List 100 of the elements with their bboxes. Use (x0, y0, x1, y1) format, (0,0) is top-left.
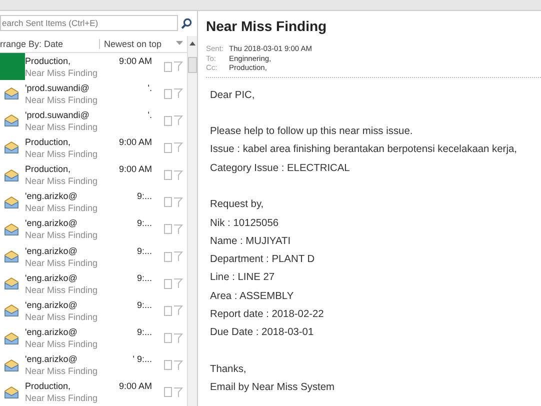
sender-name: Production, (25, 163, 71, 176)
scrollbar[interactable] (187, 36, 197, 406)
message-subject: Near Miss Finding (25, 392, 99, 404)
message-item[interactable]: Production, 9:00 AM Near Miss Finding (0, 134, 187, 162)
search-icon (181, 18, 192, 28)
flag-icon (173, 61, 183, 72)
message-subject: Near Miss Finding (25, 365, 99, 378)
body-text-line: Due Date : 2018-03-01 (210, 326, 315, 340)
category-icon (164, 387, 172, 398)
message-item[interactable]: 'eng.arizko@ 9:... Near Miss Finding (0, 216, 187, 244)
sender-name: 'eng.arizko@ (25, 244, 78, 257)
flag-icon (173, 115, 183, 126)
flag-icon (173, 170, 183, 181)
message-time: ' 9:... (132, 353, 153, 366)
message-time: 9:... (136, 298, 153, 311)
category-icon (164, 170, 172, 180)
message-item[interactable]: Production, 9:00 AM Near Miss Finding (0, 378, 187, 406)
message-item[interactable]: 'eng.arizko@ 9:... Near Miss Finding (0, 324, 187, 352)
body-text-line: Nik : 10125056 (210, 216, 280, 231)
body-text-line: Name : MUJIYATI (210, 234, 292, 249)
email-subject: Near Miss Finding (206, 18, 328, 34)
message-subject: Near Miss Finding (25, 120, 99, 133)
message-time: 9:... (136, 326, 153, 338)
scroll-thumb[interactable] (188, 57, 197, 73)
body-text-line: Thanks, (210, 362, 248, 377)
message-time: 9:... (136, 272, 153, 284)
message-item[interactable]: 'eng.arizko@ 9:... Near Miss Finding (0, 297, 187, 324)
message-time: 9:... (136, 244, 153, 257)
envelope-icon (4, 304, 19, 318)
flag-icon (173, 224, 183, 235)
flag-icon (173, 196, 183, 208)
flag-icon (173, 251, 183, 262)
flag-icon (173, 305, 183, 316)
sender-name: 'eng.arizko@ (25, 326, 78, 338)
message-subject: Near Miss Finding (25, 94, 99, 106)
flag-icon (173, 278, 183, 290)
message-time: 9:00 AM (118, 54, 153, 66)
sender-name: 'eng.arizko@ (25, 190, 78, 202)
category-icon (164, 142, 172, 153)
message-item[interactable]: 'eng.arizko@ ' 9:... Near Miss Finding (0, 352, 187, 379)
body-text-line: Dear PIC, (210, 88, 256, 102)
category-icon (164, 197, 172, 208)
message-item[interactable]: 'eng.arizko@ 9:... Near Miss Finding (0, 188, 187, 216)
category-icon (164, 278, 172, 289)
flag-icon (173, 332, 183, 344)
body-text-line: Department : PLANT D (210, 253, 316, 268)
category-icon (164, 252, 172, 262)
message-subject: Near Miss Finding (25, 175, 99, 188)
body-text-line: Please help to follow up this near miss issue. (210, 125, 414, 140)
sender-name: 'eng.arizko@ (25, 353, 78, 366)
envelope-icon (4, 277, 19, 290)
search-field[interactable]: earch Sent Items (Ctrl+E) (0, 15, 178, 31)
category-icon (164, 224, 172, 234)
message-subject: Near Miss Finding (25, 229, 99, 242)
envelope-icon (4, 358, 19, 372)
envelope-icon (4, 222, 19, 236)
sender-name: 'prod.suwandi@ (25, 82, 90, 94)
body-text-line: Email by Near Miss System (210, 381, 336, 396)
message-item[interactable]: 'eng.arizko@ 9:... Near Miss Finding (0, 243, 187, 270)
message-subject: Near Miss Finding (25, 148, 99, 160)
sort-order-label[interactable]: Newest on top (100, 38, 176, 49)
sender-name: 'eng.arizko@ (25, 272, 78, 284)
envelope-icon (4, 168, 19, 182)
sender-name: Production, (25, 380, 71, 392)
body-text-line: Area : ASSEMBLY (210, 290, 295, 304)
message-time: 9:00 AM (118, 136, 153, 148)
message-item[interactable]: 'prod.suwandi@ '. Near Miss Finding (0, 107, 187, 134)
flag-icon (173, 360, 183, 371)
message-subject: Near Miss Finding (25, 66, 99, 78)
sender-name: Production, (25, 136, 71, 148)
sender-name: Production, (25, 54, 71, 66)
category-icon (164, 88, 172, 99)
message-item[interactable]: Production, 9:00 AM Near Miss Finding (0, 162, 187, 189)
message-item[interactable]: 'prod.suwandi@ '. Near Miss Finding (0, 80, 187, 108)
envelope-icon (4, 87, 19, 100)
message-subject: Near Miss Finding (25, 284, 99, 296)
message-subject: Near Miss Finding (25, 310, 99, 323)
envelope-icon (4, 250, 19, 264)
message-time: '. (148, 82, 153, 94)
body-text-line: Report date : 2018-02-22 (210, 308, 325, 322)
body-text-line: Category Issue : ELECTRICAL (210, 162, 351, 176)
scroll-up-icon (188, 39, 197, 48)
message-subject: Near Miss Finding (25, 338, 99, 350)
category-icon (164, 62, 172, 72)
envelope-icon (4, 332, 19, 345)
message-time: 9:... (136, 190, 153, 202)
message-time: 9:00 AM (118, 380, 153, 392)
envelope-icon (4, 114, 19, 128)
category-icon (164, 360, 172, 370)
envelope-icon (4, 386, 19, 399)
message-item[interactable]: Production, 9:00 AM Near Miss Finding (0, 52, 187, 80)
sender-name: 'eng.arizko@ (25, 217, 78, 230)
sender-name: 'eng.arizko@ (25, 298, 78, 311)
category-icon (164, 333, 172, 344)
message-item[interactable]: 'eng.arizko@ 9:... Near Miss Finding (0, 270, 187, 298)
arrange-by-label[interactable]: rrange By: Date (0, 38, 100, 49)
flag-icon (173, 386, 183, 398)
message-subject: Near Miss Finding (25, 202, 99, 214)
body-text-line: Request by, (210, 198, 265, 212)
message-time: '. (148, 108, 153, 121)
